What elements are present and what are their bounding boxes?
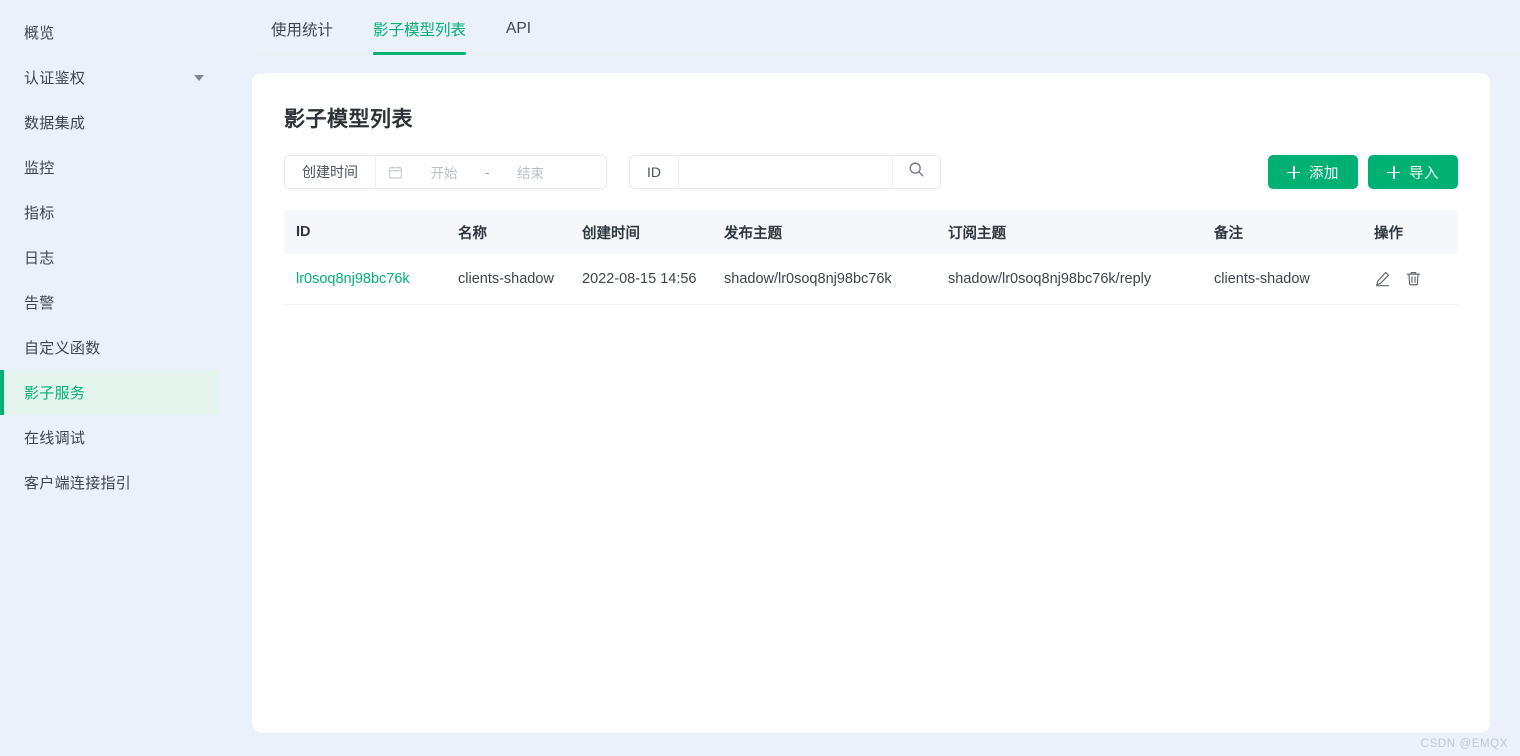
calendar-icon bbox=[388, 165, 403, 180]
add-button[interactable]: 添加 bbox=[1268, 155, 1358, 189]
sidebar-item-custom-function[interactable]: 自定义函数 bbox=[0, 325, 220, 370]
add-button-label: 添加 bbox=[1309, 162, 1339, 183]
main-area: 使用统计 影子模型列表 API 影子模型列表 创建时间 bbox=[240, 0, 1520, 756]
column-header-name[interactable]: 名称 bbox=[446, 210, 570, 254]
date-end-placeholder[interactable]: 结束 bbox=[500, 162, 562, 182]
tab-label: 使用统计 bbox=[271, 18, 333, 40]
sidebar-item-label: 在线调试 bbox=[24, 427, 85, 448]
date-range-separator: - bbox=[485, 165, 490, 180]
date-range-picker[interactable]: 开始 - 结束 bbox=[376, 156, 606, 188]
row-actions bbox=[1374, 270, 1458, 287]
edit-icon[interactable] bbox=[1374, 270, 1391, 287]
sidebar-item-label: 告警 bbox=[24, 292, 55, 313]
sidebar-item-shadow-service[interactable]: 影子服务 bbox=[0, 370, 220, 415]
page-title: 影子模型列表 bbox=[284, 103, 1458, 133]
column-header-operations: 操作 bbox=[1362, 210, 1458, 254]
sidebar-item-metrics[interactable]: 指标 bbox=[0, 190, 220, 235]
search-input[interactable] bbox=[679, 156, 892, 188]
sidebar-item-data-integration[interactable]: 数据集成 bbox=[0, 100, 220, 145]
sidebar-item-overview[interactable]: 概览 bbox=[0, 10, 220, 55]
cell-operations bbox=[1362, 254, 1458, 304]
table-head: ID 名称 创建时间 发布主题 订阅主题 备注 操作 bbox=[284, 210, 1458, 254]
sidebar-item-label: 日志 bbox=[24, 247, 55, 268]
date-start-placeholder[interactable]: 开始 bbox=[413, 162, 475, 182]
import-button-label: 导入 bbox=[1409, 162, 1439, 183]
created-time-label: 创建时间 bbox=[285, 156, 376, 188]
plus-icon bbox=[1387, 166, 1400, 179]
watermark: CSDN @EMQX bbox=[1421, 738, 1508, 750]
sidebar-item-label: 认证鉴权 bbox=[24, 67, 85, 88]
sidebar-item-label: 数据集成 bbox=[24, 112, 85, 133]
table-row[interactable]: lr0soq8nj98bc76k clients-shadow 2022-08-… bbox=[284, 254, 1458, 304]
chevron-down-icon bbox=[194, 75, 204, 81]
sidebar-item-label: 指标 bbox=[24, 202, 55, 223]
table-header-row: ID 名称 创建时间 发布主题 订阅主题 备注 操作 bbox=[284, 210, 1458, 254]
created-time-filter: 创建时间 开始 - 结束 bbox=[284, 155, 607, 189]
cell-created-time: 2022-08-15 14:56 bbox=[570, 254, 712, 304]
app-root: 概览 认证鉴权 数据集成 监控 指标 日志 告警 自定义函数 影子服务 在线调试 bbox=[0, 0, 1520, 756]
sidebar-item-label: 客户端连接指引 bbox=[24, 472, 131, 493]
cell-name: clients-shadow bbox=[446, 254, 570, 304]
column-header-id[interactable]: ID bbox=[284, 210, 446, 254]
tab-shadow-model-list[interactable]: 影子模型列表 bbox=[353, 2, 486, 55]
sidebar-item-label: 影子服务 bbox=[24, 382, 85, 403]
sidebar-item-label: 自定义函数 bbox=[24, 337, 101, 358]
sidebar-item-label: 监控 bbox=[24, 157, 55, 178]
sidebar-item-client-guide[interactable]: 客户端连接指引 bbox=[0, 460, 220, 505]
column-header-created-time[interactable]: 创建时间 bbox=[570, 210, 712, 254]
cell-subscribe-topic: shadow/lr0soq8nj98bc76k/reply bbox=[936, 254, 1202, 304]
sidebar-item-alarms[interactable]: 告警 bbox=[0, 280, 220, 325]
import-button[interactable]: 导入 bbox=[1368, 155, 1458, 189]
column-header-remark[interactable]: 备注 bbox=[1202, 210, 1362, 254]
filter-bar: 创建时间 开始 - 结束 bbox=[284, 155, 1458, 189]
search-icon bbox=[908, 161, 925, 183]
search-button[interactable] bbox=[892, 156, 940, 188]
tab-bar: 使用统计 影子模型列表 API bbox=[240, 0, 1520, 55]
cell-id: lr0soq8nj98bc76k bbox=[284, 254, 446, 304]
column-header-publish-topic[interactable]: 发布主题 bbox=[712, 210, 936, 254]
id-filter-label: ID bbox=[630, 156, 679, 188]
shadow-model-card: 影子模型列表 创建时间 bbox=[252, 73, 1490, 733]
sidebar-item-online-debug[interactable]: 在线调试 bbox=[0, 415, 220, 460]
tab-label: API bbox=[506, 20, 531, 38]
id-filter: ID bbox=[629, 155, 941, 189]
tab-usage-stats[interactable]: 使用统计 bbox=[251, 2, 353, 55]
delete-icon[interactable] bbox=[1405, 270, 1422, 287]
tab-api[interactable]: API bbox=[486, 2, 551, 55]
sidebar: 概览 认证鉴权 数据集成 监控 指标 日志 告警 自定义函数 影子服务 在线调试 bbox=[0, 0, 240, 756]
sidebar-item-logs[interactable]: 日志 bbox=[0, 235, 220, 280]
sidebar-item-monitoring[interactable]: 监控 bbox=[0, 145, 220, 190]
plus-icon bbox=[1287, 166, 1300, 179]
cell-remark: clients-shadow bbox=[1202, 254, 1362, 304]
tab-label: 影子模型列表 bbox=[373, 18, 466, 40]
sidebar-item-label: 概览 bbox=[24, 22, 55, 43]
cell-publish-topic: shadow/lr0soq8nj98bc76k bbox=[712, 254, 936, 304]
table-body: lr0soq8nj98bc76k clients-shadow 2022-08-… bbox=[284, 254, 1458, 304]
sidebar-item-auth[interactable]: 认证鉴权 bbox=[0, 55, 220, 100]
shadow-model-table: ID 名称 创建时间 发布主题 订阅主题 备注 操作 lr0soq8nj9 bbox=[284, 210, 1458, 305]
content-wrapper: 影子模型列表 创建时间 bbox=[240, 55, 1520, 756]
row-id-link[interactable]: lr0soq8nj98bc76k bbox=[296, 271, 410, 287]
column-header-subscribe-topic[interactable]: 订阅主题 bbox=[936, 210, 1202, 254]
